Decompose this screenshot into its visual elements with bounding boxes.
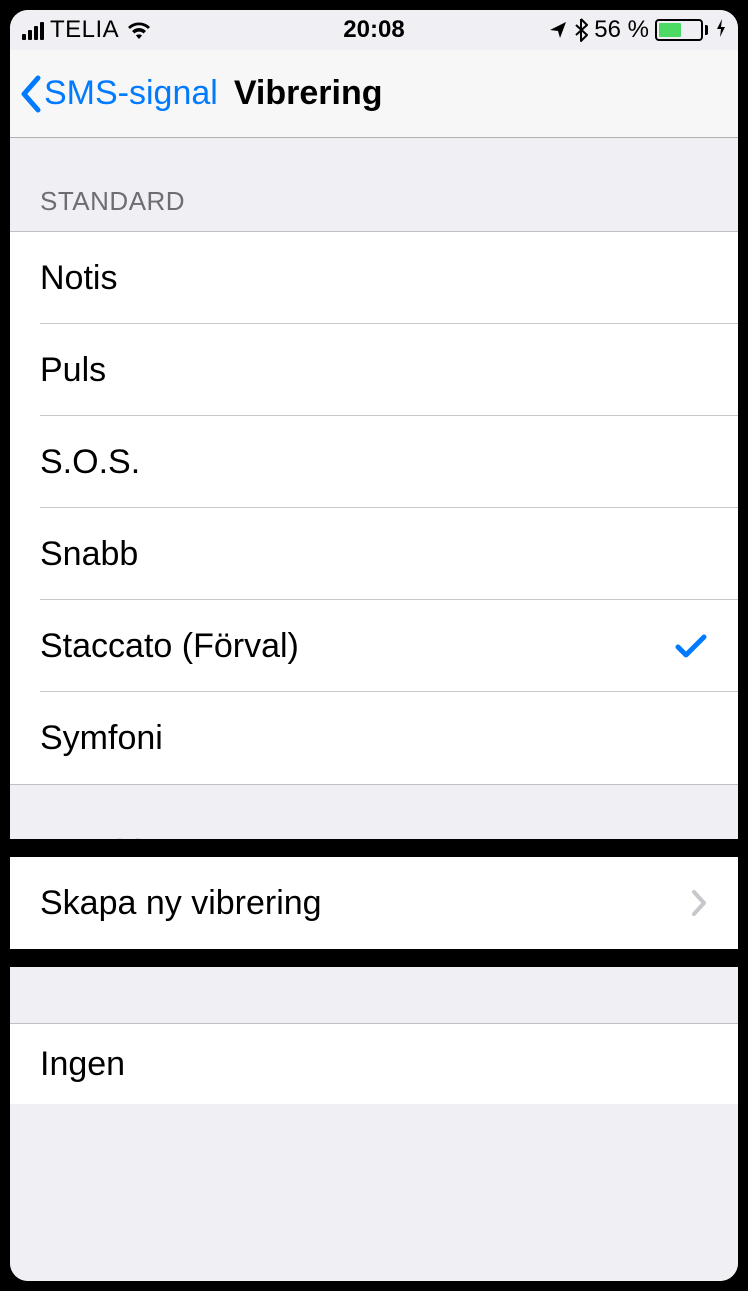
vibration-option-puls[interactable]: Puls bbox=[10, 324, 738, 416]
bluetooth-icon bbox=[574, 18, 588, 42]
vibration-option-snabb[interactable]: Snabb bbox=[10, 508, 738, 600]
anpassad-list: Skapa ny vibrering bbox=[10, 857, 738, 949]
nav-header: SMS-signal Vibrering bbox=[10, 50, 738, 138]
create-label: Skapa ny vibrering bbox=[40, 884, 322, 923]
checkmark-icon bbox=[674, 631, 708, 661]
option-label: Snabb bbox=[40, 535, 138, 574]
vibration-option-none[interactable]: Ingen bbox=[10, 1024, 738, 1104]
vibration-option-notis[interactable]: Notis bbox=[10, 232, 738, 324]
status-right: 56 % bbox=[548, 16, 726, 44]
standard-list: Notis Puls S.O.S. Snabb Staccato (Förval… bbox=[10, 232, 738, 784]
carrier-label: TELIA bbox=[50, 16, 119, 44]
section-header-anpassad: Anpassad bbox=[10, 785, 738, 839]
page-title: Vibrering bbox=[234, 74, 383, 113]
option-label: Symfoni bbox=[40, 719, 163, 758]
option-label: Puls bbox=[40, 351, 106, 390]
highlight-band-bottom bbox=[10, 949, 738, 967]
vibration-option-staccato[interactable]: Staccato (Förval) bbox=[10, 600, 738, 692]
phone-frame: TELIA 20:08 56 % bbox=[10, 10, 738, 1281]
status-bar: TELIA 20:08 56 % bbox=[10, 10, 738, 50]
chevron-left-icon bbox=[18, 74, 44, 114]
back-label: SMS-signal bbox=[44, 74, 218, 113]
highlight-band-top bbox=[10, 839, 738, 857]
status-left: TELIA bbox=[22, 16, 153, 44]
back-button[interactable]: SMS-signal bbox=[18, 74, 218, 114]
create-vibration-button[interactable]: Skapa ny vibrering bbox=[10, 857, 738, 949]
location-icon bbox=[548, 20, 568, 40]
vibration-option-symfoni[interactable]: Symfoni bbox=[10, 692, 738, 784]
option-label: Ingen bbox=[40, 1045, 125, 1084]
signal-bars-icon bbox=[22, 20, 44, 40]
vibration-option-sos[interactable]: S.O.S. bbox=[10, 416, 738, 508]
section-header-standard: Standard bbox=[10, 138, 738, 231]
battery-percent: 56 % bbox=[594, 16, 649, 44]
status-time: 20:08 bbox=[343, 16, 404, 44]
battery-icon bbox=[655, 19, 708, 41]
wifi-icon bbox=[125, 19, 153, 41]
screen: TELIA 20:08 56 % bbox=[10, 10, 738, 1281]
none-list: Ingen bbox=[10, 1024, 738, 1104]
section-spacer bbox=[10, 967, 738, 1023]
chevron-right-icon bbox=[690, 888, 708, 918]
option-label: S.O.S. bbox=[40, 443, 140, 482]
option-label: Notis bbox=[40, 259, 117, 298]
option-label: Staccato (Förval) bbox=[40, 627, 299, 666]
charging-icon bbox=[716, 18, 726, 43]
